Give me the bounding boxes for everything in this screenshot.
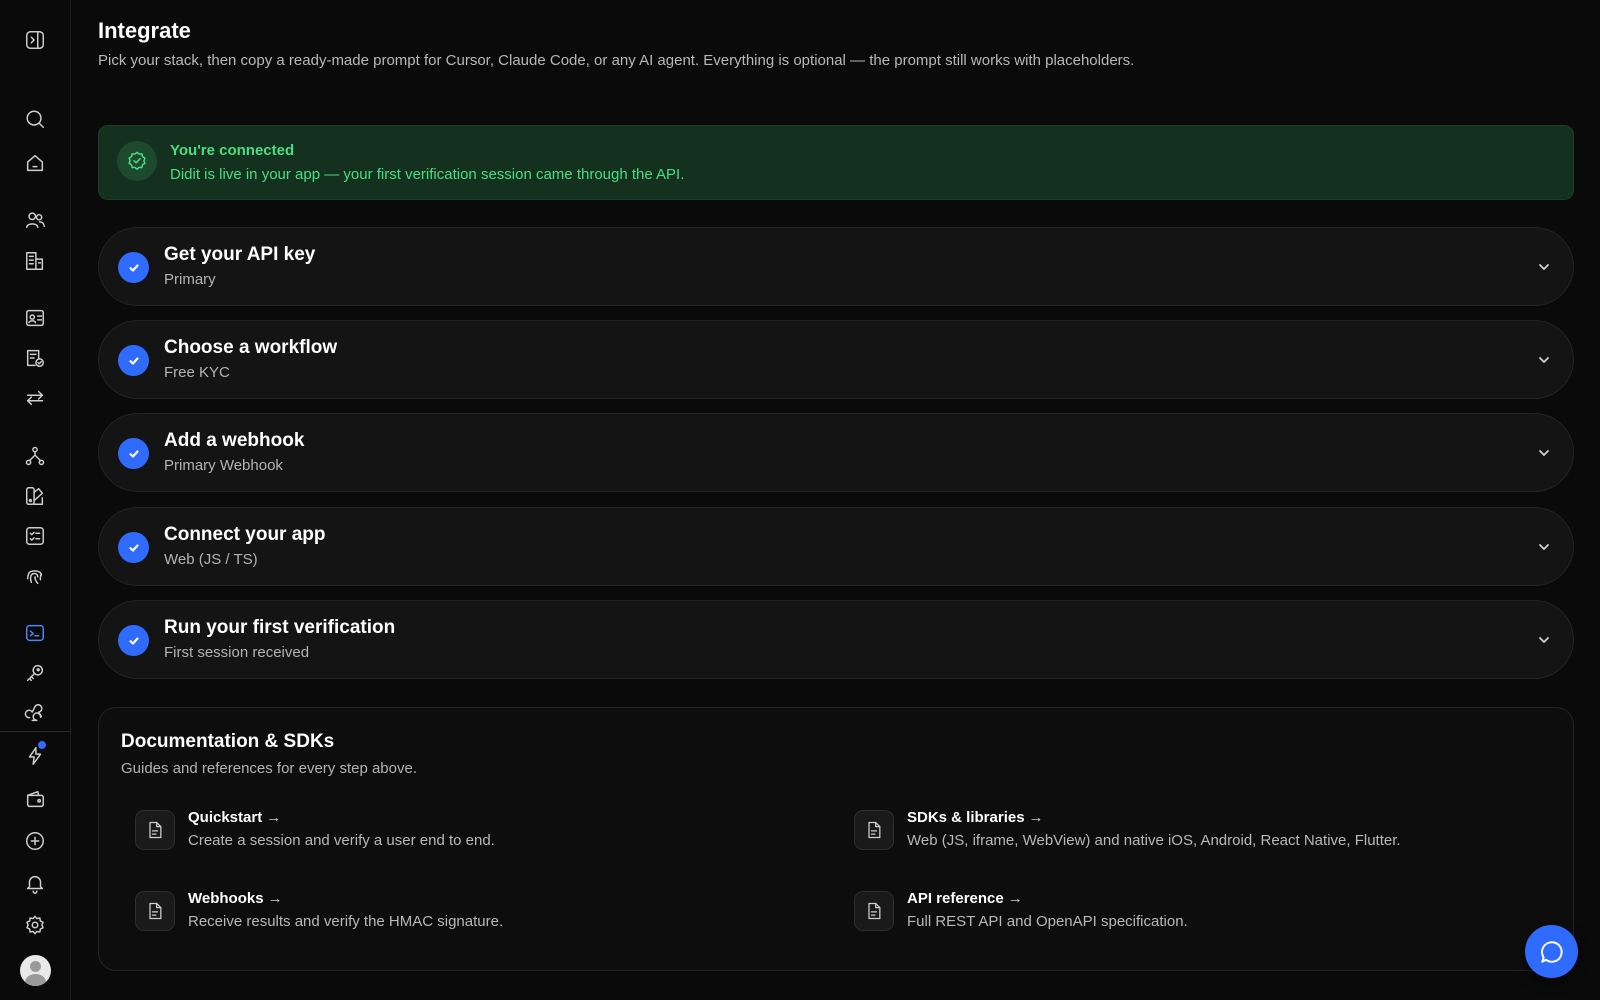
- sidebar: [0, 0, 71, 1000]
- notification-dot: [38, 741, 46, 749]
- doc-link-title[interactable]: API reference →: [907, 890, 1023, 907]
- connected-banner: You're connected Didit is live in your a…: [98, 125, 1574, 200]
- doc-link-api-reference[interactable]: API reference → Full REST API and OpenAPI…: [854, 888, 1534, 938]
- checklist-icon[interactable]: [20, 521, 50, 551]
- step-subtitle: Web (JS / TS): [164, 551, 258, 568]
- chevron-down-icon[interactable]: [1535, 444, 1553, 462]
- docs-subtitle: Guides and references for every step abo…: [121, 760, 418, 777]
- home-icon[interactable]: [20, 148, 50, 178]
- sidebar-divider: [0, 731, 71, 732]
- banner-text: Didit is live in your app — your first v…: [170, 166, 685, 183]
- check-icon: [118, 438, 149, 469]
- chevron-down-icon[interactable]: [1535, 538, 1553, 556]
- document-icon: [854, 891, 894, 931]
- step-title: Choose a workflow: [164, 337, 338, 358]
- doc-link-description: Web (JS, iframe, WebView) and native iOS…: [907, 832, 1401, 849]
- key-icon[interactable]: [20, 658, 50, 688]
- panel-toggle-icon[interactable]: [20, 25, 50, 55]
- doc-link-quickstart[interactable]: Quickstart → Create a session and verify …: [135, 807, 815, 857]
- doc-link-description: Create a session and verify a user end t…: [188, 832, 495, 849]
- document-icon: [854, 810, 894, 850]
- step-run-first-verification[interactable]: Run your first verification First sessio…: [98, 600, 1574, 679]
- check-icon: [118, 345, 149, 376]
- page-subtitle: Pick your stack, then copy a ready-made …: [98, 52, 1135, 69]
- doc-link-title[interactable]: Quickstart →: [188, 809, 281, 826]
- doc-link-title[interactable]: Webhooks →: [188, 890, 283, 907]
- step-subtitle: Primary Webhook: [164, 457, 283, 474]
- doc-link-description: Full REST API and OpenAPI specification.: [907, 913, 1188, 930]
- arrow-right-icon: →: [1007, 890, 1023, 907]
- gear-icon[interactable]: [20, 910, 50, 940]
- step-connect-app[interactable]: Connect your app Web (JS / TS): [98, 507, 1574, 586]
- wallet-icon[interactable]: [20, 784, 50, 814]
- step-get-api-key[interactable]: Get your API key Primary: [98, 227, 1574, 306]
- step-choose-workflow[interactable]: Choose a workflow Free KYC: [98, 320, 1574, 399]
- step-subtitle: Free KYC: [164, 364, 230, 381]
- doc-link-description: Receive results and verify the HMAC sign…: [188, 913, 504, 930]
- palette-icon[interactable]: [20, 481, 50, 511]
- id-card-icon[interactable]: [20, 303, 50, 333]
- check-icon: [118, 532, 149, 563]
- step-title: Connect your app: [164, 524, 326, 545]
- chevron-down-icon[interactable]: [1535, 351, 1553, 369]
- arrow-right-icon: →: [1028, 809, 1044, 826]
- bell-icon[interactable]: [20, 868, 50, 898]
- document-check-icon[interactable]: [20, 343, 50, 373]
- transfer-arrows-icon[interactable]: [20, 383, 50, 413]
- arrow-right-icon: →: [266, 809, 282, 826]
- fingerprint-icon[interactable]: [20, 561, 50, 591]
- step-add-webhook[interactable]: Add a webhook Primary Webhook: [98, 413, 1574, 492]
- search-icon[interactable]: [20, 104, 50, 134]
- check-icon: [118, 625, 149, 656]
- page-title: Integrate: [98, 18, 191, 43]
- step-title: Add a webhook: [164, 430, 305, 451]
- document-icon: [135, 810, 175, 850]
- step-subtitle: First session received: [164, 644, 310, 661]
- arrow-right-icon: →: [267, 890, 283, 907]
- banner-title: You're connected: [170, 142, 295, 159]
- step-title: Get your API key: [164, 244, 316, 265]
- chevron-down-icon[interactable]: [1535, 631, 1553, 649]
- terminal-icon[interactable]: [20, 618, 50, 648]
- lightning-icon[interactable]: [20, 741, 50, 771]
- chevron-down-icon[interactable]: [1535, 258, 1553, 276]
- check-icon: [118, 252, 149, 283]
- docs-title: Documentation & SDKs: [121, 731, 335, 752]
- buildings-icon[interactable]: [20, 246, 50, 276]
- plus-circle-icon[interactable]: [20, 826, 50, 856]
- workflow-icon[interactable]: [20, 441, 50, 471]
- doc-link-title[interactable]: SDKs & libraries →: [907, 809, 1044, 826]
- chat-bubble-icon[interactable]: [1525, 925, 1578, 978]
- document-icon: [135, 891, 175, 931]
- step-subtitle: Primary: [164, 271, 216, 288]
- step-title: Run your first verification: [164, 617, 396, 638]
- users-icon[interactable]: [20, 205, 50, 235]
- doc-link-webhooks[interactable]: Webhooks → Receive results and verify the…: [135, 888, 815, 938]
- docs-section: Documentation & SDKs Guides and referenc…: [98, 707, 1574, 971]
- webhook-icon[interactable]: [20, 698, 50, 728]
- avatar[interactable]: [20, 955, 51, 986]
- badge-check-icon: [117, 141, 157, 181]
- doc-link-sdks[interactable]: SDKs & libraries → Web (JS, iframe, WebVi…: [854, 807, 1534, 857]
